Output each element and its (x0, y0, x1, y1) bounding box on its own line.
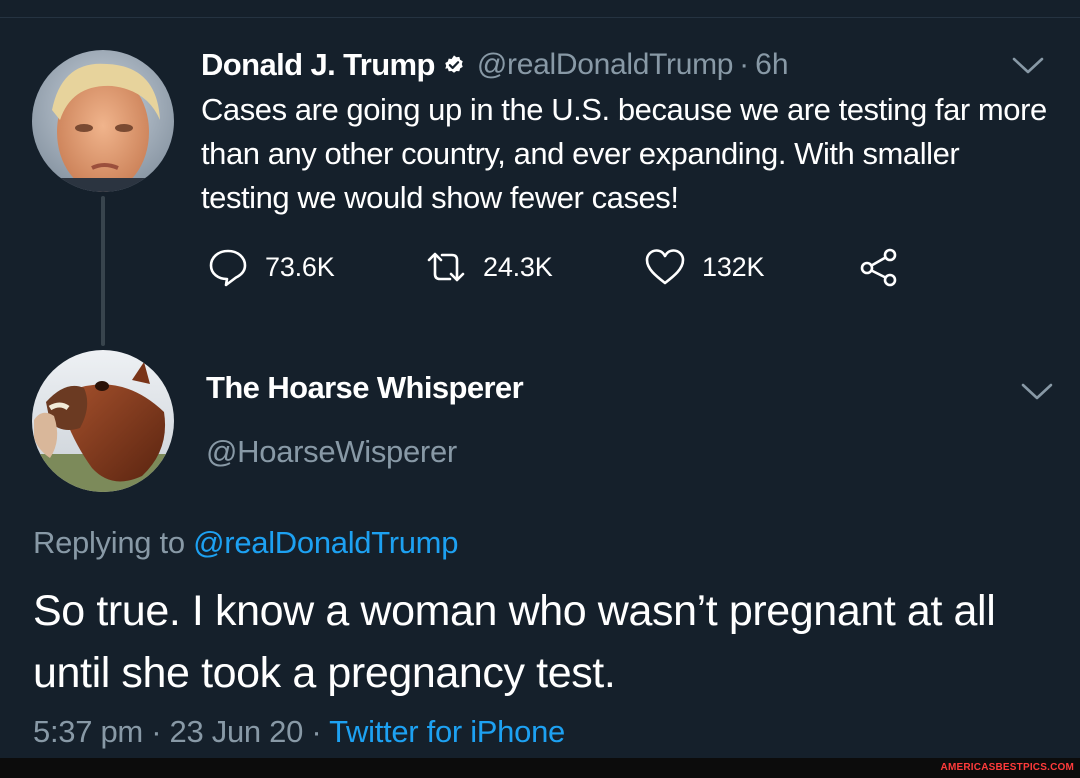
reply-count: 73.6K (265, 251, 335, 282)
avatar-trump-image (32, 50, 174, 192)
tweet1-time[interactable]: 6h (755, 48, 788, 82)
verified-icon (445, 55, 463, 73)
tweet1-display-name[interactable]: Donald J. Trump (201, 47, 435, 83)
replying-to: Replying to @realDonaldTrump (33, 525, 458, 561)
share-button[interactable] (856, 243, 902, 291)
tweet2-text: So true. I know a woman who wasn’t pregn… (33, 587, 996, 697)
chevron-down-icon[interactable] (1020, 382, 1054, 402)
reply-icon (209, 249, 247, 287)
retweet-icon (427, 252, 465, 282)
avatar-horse-image (32, 350, 174, 492)
like-button[interactable]: 132K (642, 243, 764, 291)
tweet1-header: Donald J. Trump @realDonaldTrump · 6h (201, 44, 789, 86)
watermark: AMERICASBESTPICS.COM (940, 762, 1074, 773)
tweet2-handle[interactable]: @HoarseWisperer (206, 434, 457, 470)
avatar-hoarse-whisperer[interactable] (32, 350, 174, 492)
tweet1-separator: · (739, 48, 750, 81)
chevron-down-icon[interactable] (1011, 56, 1045, 76)
tweet1-handle[interactable]: @realDonaldTrump (477, 48, 734, 82)
bottom-bar (0, 758, 1080, 778)
tweet2-source-link[interactable]: Twitter for iPhone (329, 714, 565, 749)
tweet2-display-name[interactable]: The Hoarse Whisperer (206, 370, 524, 406)
retweet-count: 24.3K (483, 251, 553, 282)
replying-to-link[interactable]: @realDonaldTrump (193, 525, 458, 560)
thread-line (101, 196, 105, 346)
tweet2-timestamp[interactable]: 5:37 pm · 23 Jun 20 · (33, 714, 329, 749)
replying-to-prefix: Replying to (33, 525, 185, 560)
reply-button[interactable]: 73.6K (205, 243, 335, 291)
like-icon (645, 249, 685, 285)
retweet-button[interactable]: 24.3K (423, 243, 553, 291)
avatar-trump[interactable] (32, 50, 174, 192)
tweet1-actions: 73.6K 24.3K 132K (205, 243, 925, 291)
tweet1-text: Cases are going up in the U.S. because w… (201, 92, 1047, 215)
like-count: 132K (702, 251, 765, 282)
share-icon (860, 248, 897, 287)
tweet2-meta: 5:37 pm · 23 Jun 20 · Twitter for iPhone (33, 714, 565, 750)
top-divider (0, 17, 1080, 18)
